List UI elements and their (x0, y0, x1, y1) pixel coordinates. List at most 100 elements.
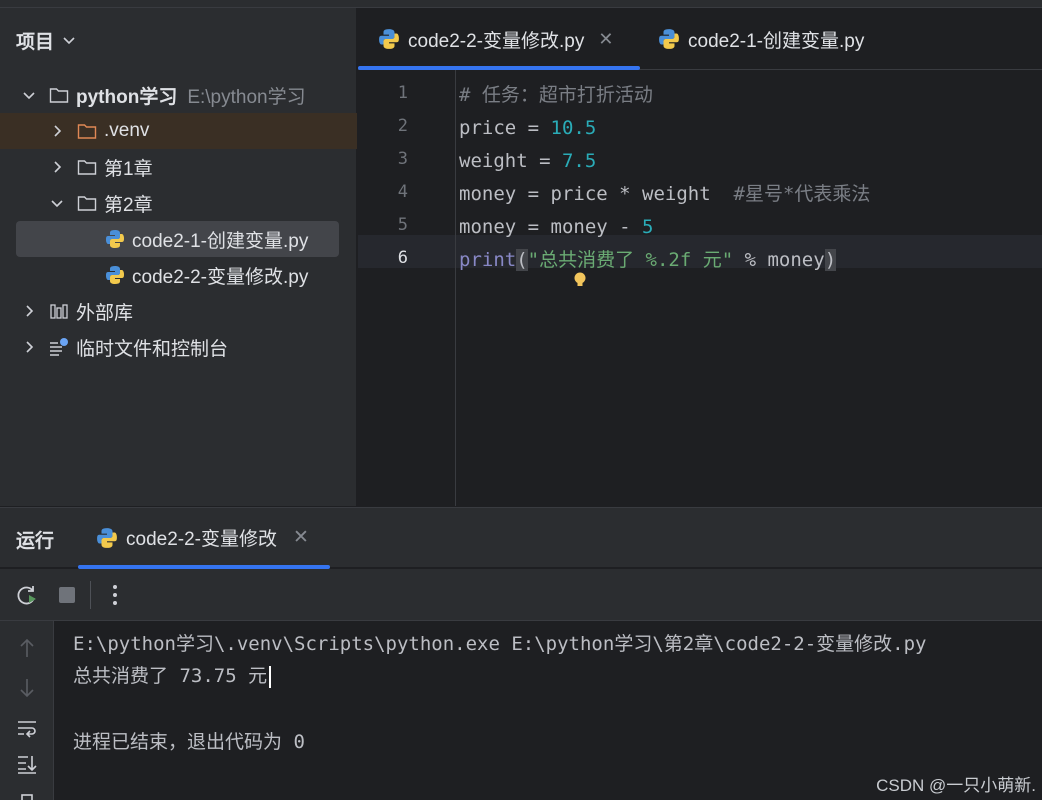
line-number: 2 (397, 116, 408, 136)
tab-code2-1[interactable]: code2-1-创建变量.py (658, 8, 864, 70)
tree-item-label: code2-1-创建变量.py (132, 230, 309, 252)
code-line-3[interactable]: weight = 7.5 (459, 145, 596, 178)
run-panel-title: 运行 (16, 531, 55, 552)
scratches-icon (48, 336, 70, 358)
editor-pane: code2-2-变量修改.py ✕ code2-1-创建变量.py 1 2 3 … (358, 8, 1042, 506)
code-text: % money (733, 249, 825, 271)
tree-item-external-libraries[interactable]: 外部库 (0, 293, 357, 329)
run-tab[interactable]: code2-2-变量修改 ✕ (96, 524, 309, 551)
tree-item-label: 第2章 (104, 194, 153, 216)
tree-item-label: 第1章 (104, 158, 153, 180)
tab-label: code2-2-变量修改.py (408, 30, 585, 52)
console-result-text: 总共消费了 73.75 元 (73, 665, 268, 687)
code-number: 5 (642, 216, 654, 238)
folder-icon (48, 84, 70, 106)
tree-item-code2-1[interactable]: code2-1-创建变量.py (16, 221, 339, 257)
toolbar-separator (90, 581, 91, 609)
rerun-icon[interactable] (14, 582, 40, 608)
tab-code2-2[interactable]: code2-2-变量修改.py ✕ (378, 8, 613, 70)
python-file-icon (379, 29, 399, 49)
code-operator: = (516, 117, 551, 139)
code-identifier: price (459, 117, 517, 139)
tree-item-code2-2[interactable]: code2-2-变量修改.py (0, 257, 357, 293)
console-line-result: 总共消费了 73.75 元 (73, 661, 272, 688)
folder-icon (76, 192, 98, 214)
code-paren-close: ) (824, 249, 837, 271)
arrow-down-icon[interactable] (14, 675, 40, 701)
console-line-exit: 进程已结束，退出代码为 0 (73, 731, 305, 753)
code-line-4[interactable]: money = price * weight #星号*代表乘法 (459, 178, 870, 211)
python-file-icon (104, 228, 126, 250)
code-builtin: print (459, 249, 517, 271)
python-file-icon (104, 264, 126, 286)
code-paren-open: ( (516, 249, 528, 271)
console-line-command: E:\python学习\.venv\Scripts\python.exe E:\… (73, 633, 927, 655)
chevron-right-icon[interactable] (48, 122, 66, 140)
code-line-2[interactable]: price = 10.5 (459, 112, 596, 145)
soft-wrap-icon[interactable] (14, 715, 40, 741)
line-number: 1 (397, 83, 408, 103)
library-icon (48, 300, 70, 322)
code-number: 7.5 (561, 150, 597, 172)
code-line-5[interactable]: money = money - 5 (459, 211, 653, 244)
run-tab-label: code2-2-变量修改 (126, 529, 277, 550)
watermark: CSDN @一只小萌新. (876, 776, 1036, 795)
code-text: money = money - (459, 216, 643, 238)
editor-tab-bar: code2-2-变量修改.py ✕ code2-1-创建变量.py (358, 8, 1042, 70)
folder-icon (76, 120, 98, 142)
close-icon[interactable]: ✕ (293, 526, 309, 549)
tree-item-label: 临时文件和控制台 (76, 338, 229, 360)
gutter-separator (455, 70, 456, 506)
folder-icon (76, 156, 98, 178)
line-number: 4 (397, 182, 408, 202)
project-panel-title: 项目 (16, 31, 55, 53)
code-comment: # 任务：超市打折活动 (459, 84, 653, 106)
code-area[interactable]: # 任务：超市打折活动 price = 10.5 weight = 7.5 mo… (459, 70, 1042, 506)
close-icon[interactable]: ✕ (598, 29, 613, 50)
code-number: 10.5 (550, 117, 597, 139)
arrow-up-icon[interactable] (14, 635, 40, 661)
code-line-1[interactable]: # 任务：超市打折活动 (459, 79, 653, 112)
tree-item-label: code2-2-变量修改.py (132, 266, 309, 288)
line-number: 3 (397, 149, 408, 169)
text-caret (269, 665, 272, 688)
chevron-right-icon[interactable] (20, 338, 38, 356)
chevron-right-icon[interactable] (20, 302, 38, 320)
code-comment: #星号*代表乘法 (733, 183, 871, 205)
project-panel: 项目 python学习 E:\python学习 .venv 第1章 第2章 co… (0, 8, 357, 506)
more-options-icon[interactable] (102, 582, 128, 608)
tree-item-path-hint: E:\python学习 (187, 86, 306, 108)
code-line-6[interactable]: print("总共消费了 %.2f 元" % money) (459, 244, 837, 277)
line-number-current: 6 (397, 248, 408, 268)
print-icon[interactable] (14, 787, 40, 800)
tree-item-label: 外部库 (76, 302, 134, 324)
run-toolbar (0, 569, 1042, 621)
tree-item-python-project[interactable]: python学习 E:\python学习 (0, 77, 357, 113)
code-string: "总共消费了 %.2f 元" (527, 249, 734, 271)
tab-label: code2-1-创建变量.py (688, 30, 865, 52)
tree-item-chapter-2[interactable]: 第2章 (0, 185, 357, 221)
stop-icon[interactable] (54, 582, 80, 608)
code-operator: = (527, 150, 562, 172)
window-top-strip (0, 0, 1042, 8)
console-side-toolbar (0, 621, 54, 800)
project-panel-header[interactable]: 项目 (16, 26, 78, 54)
line-number: 5 (397, 215, 408, 235)
python-file-icon (659, 29, 679, 49)
tree-item-chapter-1[interactable]: 第1章 (0, 149, 357, 185)
python-file-icon (97, 527, 117, 548)
tree-item-venv[interactable]: .venv (0, 113, 357, 149)
chevron-down-icon[interactable] (48, 194, 66, 212)
tree-item-label: .venv (104, 120, 150, 141)
lightbulb-icon[interactable] (573, 272, 587, 288)
chevron-right-icon[interactable] (48, 158, 66, 176)
code-text: money = price * weight (459, 183, 734, 205)
line-number-gutter: 1 2 3 4 5 6 (358, 70, 454, 506)
chevron-down-icon[interactable] (60, 31, 78, 49)
console-output[interactable]: E:\python学习\.venv\Scripts\python.exe E:\… (55, 621, 1042, 800)
scroll-to-end-icon[interactable] (14, 751, 40, 777)
chevron-down-icon[interactable] (20, 86, 38, 104)
run-panel-header: 运行 code2-2-变量修改 ✕ (0, 507, 1042, 569)
tree-item-scratches[interactable]: 临时文件和控制台 (0, 329, 357, 365)
code-identifier: weight (459, 150, 528, 172)
